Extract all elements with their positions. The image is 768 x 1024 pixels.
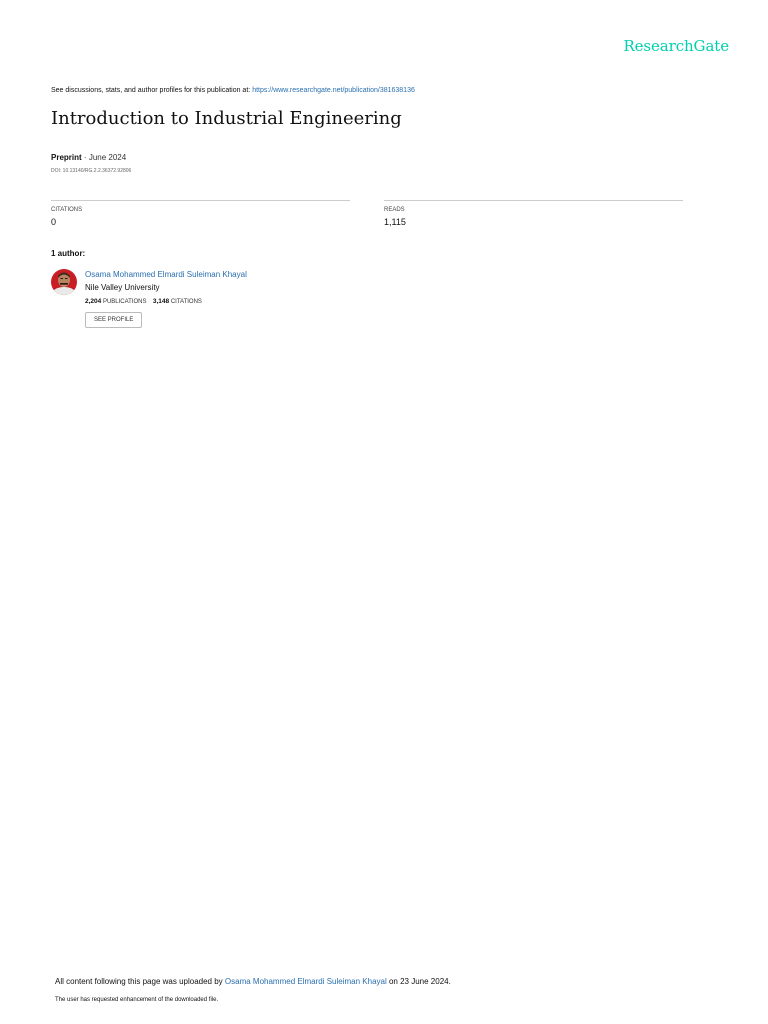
reads-label: READS bbox=[384, 207, 405, 213]
author-avatar[interactable] bbox=[51, 269, 77, 295]
meta-separator: · bbox=[83, 153, 87, 162]
publication-doi: DOI: 10.13140/RG.2.2.36372.92806 bbox=[51, 168, 132, 174]
author-card: Osama Mohammed Elmardi Suleiman Khayal N… bbox=[85, 270, 247, 328]
author-photo-icon bbox=[51, 269, 77, 295]
publication-date: June 2024 bbox=[88, 153, 127, 162]
author-publications-count: 2,204 bbox=[85, 298, 102, 305]
reads-value: 1,115 bbox=[384, 217, 406, 227]
authors-heading: 1 author: bbox=[51, 249, 86, 258]
publication-type: Preprint bbox=[51, 153, 82, 162]
citations-value: 0 bbox=[51, 217, 57, 227]
citations-label: CITATIONS bbox=[51, 207, 83, 213]
author-citations-label: CITATIONS bbox=[170, 299, 202, 305]
uploader-link[interactable]: Osama Mohammed Elmardi Suleiman Khayal bbox=[225, 977, 387, 986]
upload-prefix: All content following this page was uplo… bbox=[55, 977, 223, 986]
see-profile-button[interactable]: SEE PROFILE bbox=[85, 312, 143, 328]
publication-title: Introduction to Industrial Engineering bbox=[51, 108, 402, 129]
citations-stat: CITATIONS 0 bbox=[51, 200, 350, 227]
disclaimer-text: See discussions, stats, and author profi… bbox=[51, 87, 251, 94]
author-institution: Nile Valley University bbox=[85, 283, 160, 292]
researchgate-logo: ResearchGate bbox=[623, 37, 729, 55]
author-stats: 2,204 PUBLICATIONS 3,148 CITATIONS bbox=[85, 298, 247, 305]
author-citations-count: 3,148 bbox=[152, 298, 170, 305]
enhancement-note: The user has requested enhancement of th… bbox=[55, 997, 219, 1003]
publication-meta: Preprint · June 2024 bbox=[51, 153, 126, 162]
upload-notice: All content following this page was uplo… bbox=[55, 977, 451, 986]
author-name-link[interactable]: Osama Mohammed Elmardi Suleiman Khayal bbox=[85, 270, 247, 279]
publication-url-link[interactable]: https://www.researchgate.net/publication… bbox=[252, 87, 415, 94]
author-publications-label: PUBLICATIONS bbox=[102, 299, 147, 305]
publication-disclaimer: See discussions, stats, and author profi… bbox=[51, 87, 415, 94]
reads-stat: READS 1,115 bbox=[384, 200, 683, 227]
upload-suffix: on 23 June 2024. bbox=[388, 977, 451, 986]
